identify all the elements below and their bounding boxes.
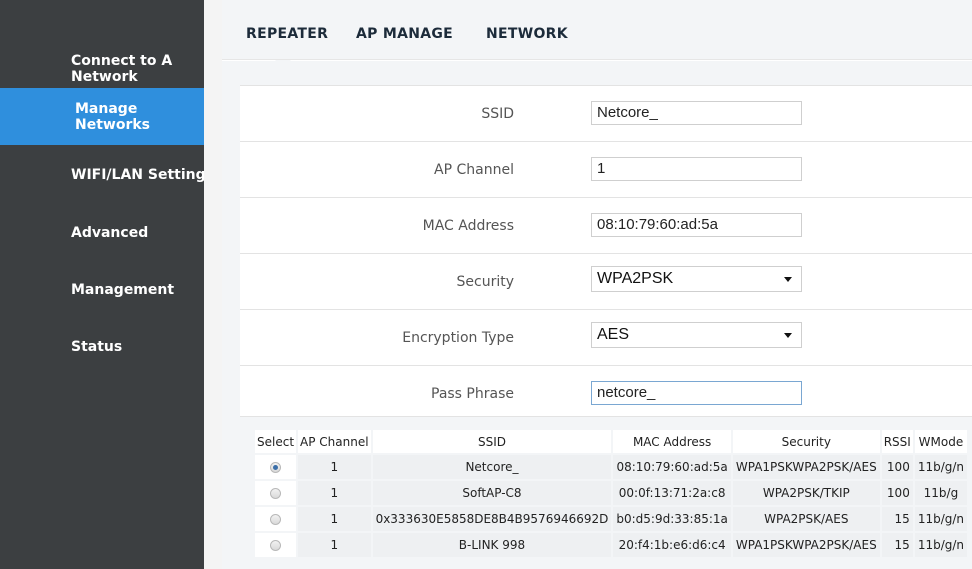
security-cell: WPA2PSK/AES <box>732 507 880 531</box>
sidebar-item-status[interactable]: Status <box>0 318 204 376</box>
column-header-security: Security <box>732 430 880 453</box>
security-cell: WPA1PSKWPA2PSK/AES <box>732 455 880 479</box>
channel-cell: 1 <box>298 507 371 531</box>
sidebar-item-management[interactable]: Management <box>0 261 204 319</box>
table-row[interactable]: 1 Netcore_ 08:10:79:60:ad:5a WPA1PSKWPA2… <box>255 455 968 479</box>
mac-address-label: MAC Address <box>422 218 514 234</box>
radio-button[interactable] <box>270 488 282 499</box>
column-header-rssi: RSSI <box>881 430 913 453</box>
row-select-cell <box>255 507 297 531</box>
pass-phrase-row: Pass Phrase netcore_ <box>240 365 972 417</box>
sidebar-nav: Connect to A Network Manage Networks WIF… <box>0 0 214 569</box>
pass-phrase-label: Pass Phrase <box>431 386 514 402</box>
security-cell: WPA1PSKWPA2PSK/AES <box>732 533 880 557</box>
rssi-cell: 15 <box>881 533 913 557</box>
row-select-cell <box>255 481 297 505</box>
channel-cell: 1 <box>298 481 371 505</box>
mac-cell: 20:f4:1b:e6:d6:c4 <box>613 533 731 557</box>
sidebar-item-label: Management <box>71 282 175 298</box>
radio-button[interactable] <box>270 514 282 525</box>
chevron-down-icon <box>784 333 792 338</box>
ap-channel-label: AP Channel <box>434 162 514 178</box>
radio-button[interactable] <box>270 540 282 551</box>
encryption-type-selected-value: AES <box>597 326 630 343</box>
mac-cell: b0:d5:9d:33:85:1a <box>613 507 731 531</box>
table-row[interactable]: 1 SoftAP-C8 00:0f:13:71:2a:c8 WPA2PSK/TK… <box>255 481 968 505</box>
encryption-type-row: Encryption Type AES <box>240 309 972 365</box>
column-header-mac-address: MAC Address <box>613 430 731 453</box>
encryption-type-label: Encryption Type <box>402 330 514 346</box>
ssid-field[interactable]: Netcore_ <box>591 101 802 125</box>
ap-channel-row: AP Channel 1 <box>240 141 972 197</box>
wmode-cell: 11b/g/n <box>914 533 968 557</box>
column-header-wmode: WMode <box>914 430 968 453</box>
sidebar-item-label: Connect to A Network <box>71 53 173 85</box>
mac-address-row: MAC Address 08:10:79:60:ad:5a <box>240 197 972 253</box>
security-cell: WPA2PSK/TKIP <box>732 481 880 505</box>
channel-cell: 1 <box>298 533 371 557</box>
ssid-cell: Netcore_ <box>372 455 612 479</box>
sidebar-item-wifi-lan-settings[interactable]: WIFI/LAN Settings <box>0 146 214 204</box>
security-selected-value: WPA2PSK <box>597 270 674 287</box>
ssid-cell: 0x333630E5858DE8B4B9576946692D <box>372 507 612 531</box>
chevron-down-icon <box>784 277 792 282</box>
sidebar-item-label: Manage Networks <box>75 100 151 133</box>
sidebar-item-label: WIFI/LAN Settings <box>71 167 214 183</box>
channel-cell: 1 <box>298 455 371 479</box>
mac-cell: 08:10:79:60:ad:5a <box>613 455 731 479</box>
radio-button[interactable] <box>270 462 282 473</box>
active-tab-indicator <box>275 60 291 68</box>
wmode-cell: 11b/g/n <box>914 507 968 531</box>
wmode-cell: 11b/g/n <box>914 455 968 479</box>
ap-channel-field[interactable]: 1 <box>591 157 802 181</box>
table-row[interactable]: 1 0x333630E5858DE8B4B9576946692D b0:d5:9… <box>255 507 968 531</box>
row-select-cell <box>255 533 297 557</box>
sidebar-item-connect-to-network[interactable]: Connect to A Network <box>0 50 204 88</box>
tab-network[interactable]: NETWORK <box>486 26 568 42</box>
table-row[interactable]: 1 B-LINK 998 20:f4:1b:e6:d6:c4 WPA1PSKWP… <box>255 533 968 557</box>
sidebar-item-manage-networks[interactable]: Manage Networks <box>0 88 204 145</box>
column-header-select: Select <box>255 430 297 453</box>
ssid-cell: SoftAP-C8 <box>372 481 612 505</box>
ssid-row: SSID Netcore_ <box>240 85 972 141</box>
ssid-cell: B-LINK 998 <box>372 533 612 557</box>
sidebar-divider <box>204 0 222 569</box>
ssid-label: SSID <box>481 106 514 122</box>
security-row: Security WPA2PSK <box>240 253 972 309</box>
rssi-cell: 100 <box>881 481 913 505</box>
tab-ap-manage[interactable]: AP MANAGE <box>356 26 453 42</box>
rssi-cell: 15 <box>881 507 913 531</box>
tab-repeater[interactable]: REPEATER <box>246 26 328 42</box>
pass-phrase-field[interactable]: netcore_ <box>591 381 802 405</box>
column-header-ap-channel: AP Channel <box>298 430 371 453</box>
row-select-cell <box>255 455 297 479</box>
security-select[interactable]: WPA2PSK <box>591 266 802 292</box>
ap-scan-table: Select AP Channel SSID MAC Address Secur… <box>253 428 969 559</box>
column-header-ssid: SSID <box>372 430 612 453</box>
table-header-row: Select AP Channel SSID MAC Address Secur… <box>255 430 968 453</box>
wmode-cell: 11b/g <box>914 481 968 505</box>
mac-address-field[interactable]: 08:10:79:60:ad:5a <box>591 213 802 237</box>
mac-cell: 00:0f:13:71:2a:c8 <box>613 481 731 505</box>
sidebar-item-label: Advanced <box>71 225 149 241</box>
encryption-type-select[interactable]: AES <box>591 322 802 348</box>
sidebar-item-label: Status <box>71 339 123 355</box>
sidebar-item-advanced[interactable]: Advanced <box>0 204 204 262</box>
security-label: Security <box>456 274 515 290</box>
tab-bar: REPEATER AP MANAGE NETWORK <box>222 0 972 60</box>
rssi-cell: 100 <box>881 455 913 479</box>
